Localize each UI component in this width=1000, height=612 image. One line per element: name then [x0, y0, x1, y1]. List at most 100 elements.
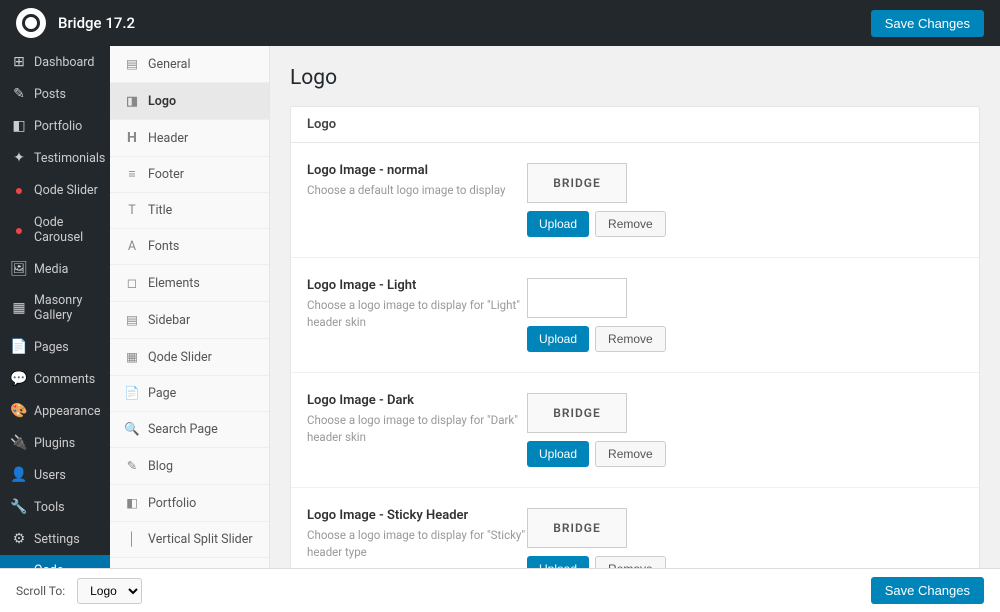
bridge-sidebar-label-logo: Logo — [148, 94, 176, 109]
logo-light-remove-btn[interactable]: Remove — [595, 326, 666, 352]
logo-sticky-btn-row: Upload Remove — [527, 556, 666, 568]
top-bar: Bridge 17.2 Save Changes — [0, 0, 1000, 46]
content-box: Logo Logo Image - normal Choose a defaul… — [290, 106, 980, 568]
bridge-sidebar-vertical-split[interactable]: │ Vertical Split Slider — [110, 522, 269, 558]
logo-light-controls: Upload Remove — [527, 278, 666, 352]
bridge-sidebar-general[interactable]: ▤ General — [110, 46, 269, 83]
sidebar-sidebar-icon: ▤ — [124, 312, 140, 328]
bridge-sidebar-label-title: Title — [148, 203, 172, 218]
logo-row-light-info: Logo Image - Light Choose a logo image t… — [307, 278, 527, 332]
bridge-sidebar-sidebar[interactable]: ▤ Sidebar — [110, 302, 269, 339]
qode-slider-icon: ● — [10, 182, 28, 199]
sidebar-item-users[interactable]: 👤 Users — [0, 459, 110, 491]
logo-dark-upload-btn[interactable]: Upload — [527, 441, 589, 467]
footer-sidebar-icon: ≡ — [124, 167, 140, 182]
logo-dark-remove-btn[interactable]: Remove — [595, 441, 666, 467]
testimonials-icon: ✦ — [10, 150, 28, 166]
top-save-button[interactable]: Save Changes — [871, 10, 984, 37]
pages-icon: 📄 — [10, 339, 28, 355]
logo-sticky-upload-btn[interactable]: Upload — [527, 556, 589, 568]
bottom-save-button[interactable]: Save Changes — [871, 577, 984, 604]
posts-icon: ✎ — [10, 86, 28, 102]
sidebar-label-portfolio: Portfolio — [34, 119, 82, 134]
sidebar-item-appearance[interactable]: 🎨 Appearance — [0, 395, 110, 427]
sidebar-item-masonry[interactable]: ▦ Masonry Gallery — [0, 285, 110, 331]
qode-slider-sidebar-icon: ▦ — [124, 349, 140, 365]
bridge-sidebar-header[interactable]: H Header — [110, 120, 269, 157]
logo-dark-title: Logo Image - Dark — [307, 393, 527, 408]
bridge-sidebar-logo[interactable]: ◨ Logo — [110, 83, 269, 120]
bridge-sidebar-social[interactable]: ⇌ Social — [110, 558, 269, 568]
title-sidebar-icon: T — [124, 203, 140, 218]
settings-icon: ⚙ — [10, 531, 28, 547]
bridge-sidebar-search[interactable]: 🔍 Search Page — [110, 412, 269, 448]
logo-sidebar-icon: ◨ — [124, 93, 140, 109]
tools-icon: 🔧 — [10, 499, 28, 515]
sidebar-label-users: Users — [34, 468, 66, 483]
logo-light-btn-row: Upload Remove — [527, 326, 666, 352]
sidebar-label-tools: Tools — [34, 500, 65, 515]
sidebar-item-settings[interactable]: ⚙ Settings — [0, 523, 110, 555]
sidebar-item-testimonials[interactable]: ✦ Testimonials — [0, 142, 110, 174]
sidebar-item-dashboard[interactable]: ⊞ Dashboard — [0, 46, 110, 78]
bridge-sidebar-page[interactable]: 📄 Page — [110, 376, 269, 412]
masonry-icon: ▦ — [10, 300, 28, 316]
scroll-to-select[interactable]: Logo — [77, 578, 142, 604]
bridge-sidebar-label-blog: Blog — [148, 459, 173, 474]
dashboard-icon: ⊞ — [10, 54, 28, 70]
bridge-sidebar-label-qode-slider: Qode Slider — [148, 350, 212, 365]
logo-sticky-preview: BRIDGE — [527, 508, 627, 548]
sidebar-label-masonry: Masonry Gallery — [34, 293, 100, 323]
bridge-sidebar-label-fonts: Fonts — [148, 239, 179, 254]
logo-sticky-title: Logo Image - Sticky Header — [307, 508, 527, 523]
sidebar-label-pages: Pages — [34, 340, 69, 355]
bridge-sidebar-label-page: Page — [148, 386, 176, 401]
appearance-icon: 🎨 — [10, 403, 28, 419]
sidebar-item-comments[interactable]: 💬 Comments — [0, 363, 110, 395]
logo-normal-controls: BRIDGE Upload Remove — [527, 163, 666, 237]
sidebar-item-pages[interactable]: 📄 Pages — [0, 331, 110, 363]
logo-sticky-remove-btn[interactable]: Remove — [595, 556, 666, 568]
qode-carousel-icon: ● — [10, 222, 28, 239]
logo-normal-desc: Choose a default logo image to display — [307, 182, 527, 199]
sidebar-item-posts[interactable]: ✎ Posts — [0, 78, 110, 110]
bridge-sidebar-title[interactable]: T Title — [110, 193, 269, 229]
logo-sticky-desc: Choose a logo image to display for "Stic… — [307, 527, 527, 562]
logo-dark-preview: BRIDGE — [527, 393, 627, 433]
logo-inner — [22, 14, 40, 32]
bridge-sidebar-footer[interactable]: ≡ Footer — [110, 157, 269, 193]
bridge-sidebar-label-header: Header — [148, 131, 188, 146]
main-layout: ⊞ Dashboard ✎ Posts ◧ Portfolio ✦ Testim… — [0, 46, 1000, 568]
app-logo — [16, 8, 46, 38]
sidebar-item-qode-carousel[interactable]: ● Qode Carousel — [0, 207, 110, 253]
bridge-sidebar-qode-slider[interactable]: ▦ Qode Slider — [110, 339, 269, 376]
sidebar-item-qode-options[interactable]: ⚙ Qode Options — [0, 555, 110, 568]
sidebar-label-qode-carousel: Qode Carousel — [34, 215, 100, 245]
elements-sidebar-icon: ◻ — [124, 275, 140, 291]
logo-dark-btn-row: Upload Remove — [527, 441, 666, 467]
logo-normal-preview: BRIDGE — [527, 163, 627, 203]
content-area: Logo Logo Logo Image - normal Choose a d… — [270, 46, 1000, 568]
bridge-sidebar-elements[interactable]: ◻ Elements — [110, 265, 269, 302]
bridge-sidebar-label-vertical-split: Vertical Split Slider — [148, 532, 253, 547]
general-sidebar-icon: ▤ — [124, 56, 140, 72]
bridge-sidebar-blog[interactable]: ✎ Blog — [110, 448, 269, 485]
sidebar-item-portfolio[interactable]: ◧ Portfolio — [0, 110, 110, 142]
sidebar-item-tools[interactable]: 🔧 Tools — [0, 491, 110, 523]
bridge-sidebar-fonts[interactable]: A Fonts — [110, 229, 269, 265]
portfolio-sidebar-icon: ◧ — [124, 495, 140, 511]
logo-light-upload-btn[interactable]: Upload — [527, 326, 589, 352]
bridge-sidebar-portfolio[interactable]: ◧ Portfolio — [110, 485, 269, 522]
sidebar-label-comments: Comments — [34, 372, 95, 387]
sidebar-item-plugins[interactable]: 🔌 Plugins — [0, 427, 110, 459]
plugins-icon: 🔌 — [10, 435, 28, 451]
sidebar-item-qode-slider[interactable]: ● Qode Slider — [0, 174, 110, 207]
bottom-bar: Scroll To: Logo Save Changes — [0, 568, 1000, 612]
logo-normal-remove-btn[interactable]: Remove — [595, 211, 666, 237]
sidebar-label-qode-slider: Qode Slider — [34, 183, 98, 198]
scroll-to-label: Scroll To: — [16, 584, 65, 598]
sidebar-item-media[interactable]: 🖼 Media — [0, 253, 110, 285]
bridge-sidebar-label-portfolio: Portfolio — [148, 496, 196, 511]
logo-normal-upload-btn[interactable]: Upload — [527, 211, 589, 237]
logo-row-normal-info: Logo Image - normal Choose a default log… — [307, 163, 527, 199]
